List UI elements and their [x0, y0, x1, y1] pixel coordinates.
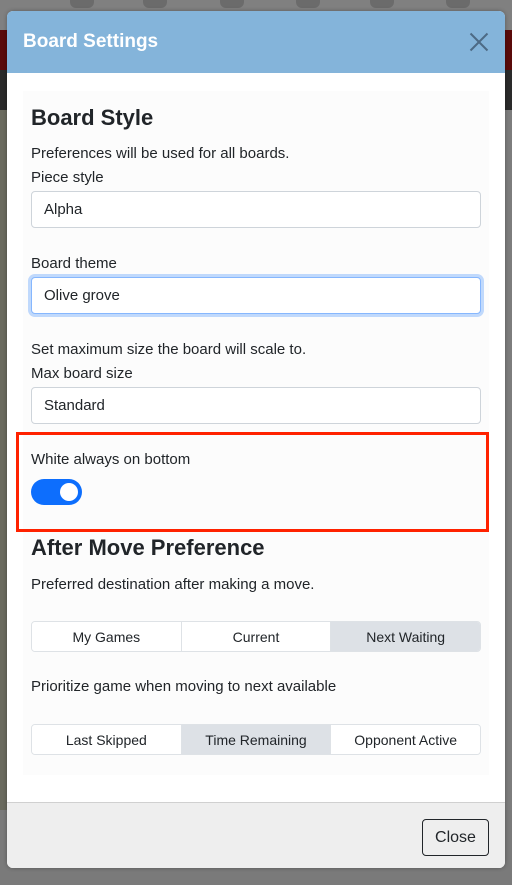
background-right	[504, 110, 512, 810]
board-theme-label: Board theme	[31, 255, 117, 272]
piece-style-select[interactable]: Alpha	[31, 191, 481, 228]
board-theme-select[interactable]: Olive grove	[31, 277, 481, 314]
modal-title: Board Settings	[23, 31, 159, 52]
board-settings-modal: Board Settings Board Style Preferences w…	[7, 11, 505, 868]
priority-segmented-control: Last Skipped Time Remaining Opponent Act…	[31, 724, 481, 755]
destination-option-current[interactable]: Current	[181, 622, 332, 651]
background-icon	[220, 0, 244, 8]
destination-option-next-waiting[interactable]: Next Waiting	[331, 622, 480, 651]
close-x-icon[interactable]	[469, 32, 489, 52]
background-icon	[143, 0, 167, 8]
modal-footer: Close	[7, 802, 505, 868]
max-board-size-select[interactable]: Standard	[31, 387, 481, 424]
after-move-description: Preferred destination after making a mov…	[31, 576, 315, 593]
max-board-size-label: Max board size	[31, 365, 133, 382]
background-icon	[70, 0, 94, 8]
priority-option-opponent-active[interactable]: Opponent Active	[331, 725, 480, 754]
priority-option-time-remaining[interactable]: Time Remaining	[181, 725, 332, 754]
background-icon	[446, 0, 470, 8]
background-icon	[296, 0, 320, 8]
destination-option-my-games[interactable]: My Games	[32, 622, 182, 651]
destination-segmented-control: My Games Current Next Waiting	[31, 621, 481, 652]
after-move-heading: After Move Preference	[31, 535, 265, 560]
white-on-bottom-toggle[interactable]	[31, 479, 82, 505]
piece-style-label: Piece style	[31, 169, 104, 186]
prioritize-label: Prioritize game when moving to next avai…	[31, 678, 337, 695]
background-icon	[370, 0, 394, 8]
board-style-heading: Board Style	[31, 105, 154, 130]
modal-body: Board Style Preferences will be used for…	[23, 91, 489, 775]
max-size-description: Set maximum size the board will scale to…	[31, 341, 307, 358]
close-button[interactable]: Close	[422, 819, 489, 856]
board-style-description: Preferences will be used for all boards.	[31, 145, 290, 162]
priority-option-last-skipped[interactable]: Last Skipped	[32, 725, 182, 754]
white-on-bottom-label: White always on bottom	[31, 451, 191, 468]
toggle-knob	[60, 483, 78, 501]
modal-header: Board Settings	[7, 11, 505, 73]
